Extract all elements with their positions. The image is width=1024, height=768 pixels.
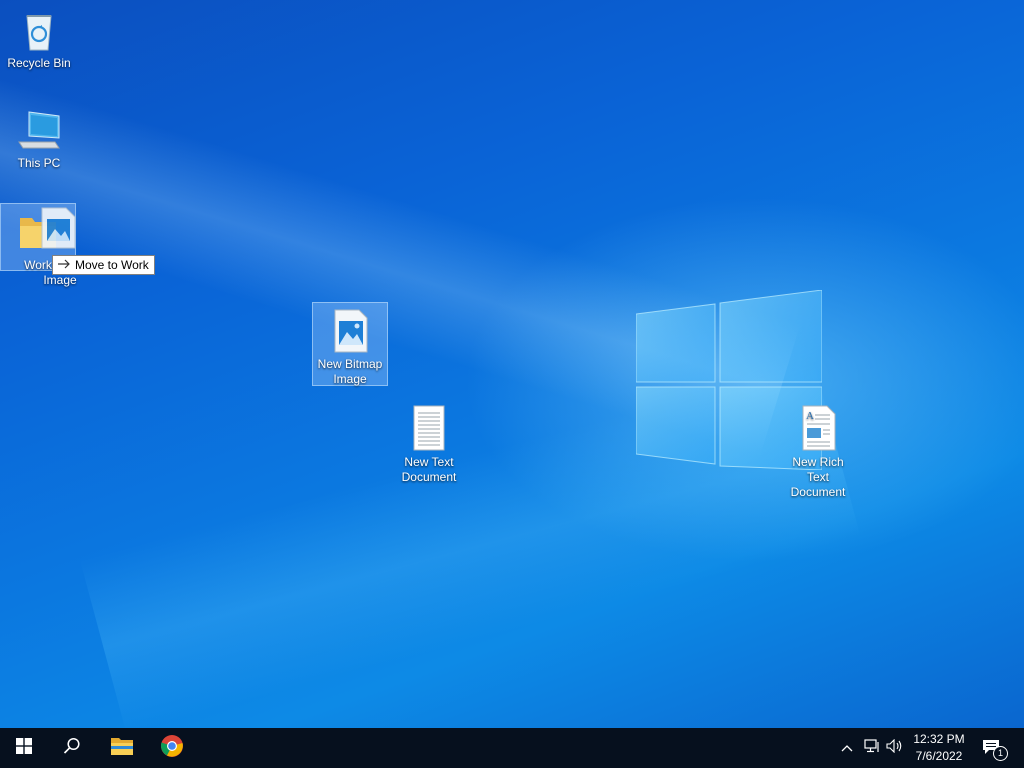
desktop-icon-recycle-bin[interactable]: Recycle Bin [1,6,77,71]
icon-label: New Rich Text Document [790,455,846,499]
desktop-icon-new-rich-text-document[interactable]: A New Rich Text Document [780,405,856,500]
rich-text-document-icon: A [794,405,842,453]
desktop-icon-this-pc[interactable]: This PC [1,106,77,171]
drag-ghost-label: Image [43,273,77,287]
taskbar-google-chrome[interactable] [148,728,196,768]
taskbar-file-explorer[interactable] [98,728,146,768]
notification-icon: 1 [982,738,1008,761]
folder-icon [110,736,134,761]
tray-volume[interactable] [884,728,906,768]
drag-tooltip: Move to Work [52,255,155,275]
text-document-icon [405,405,453,453]
network-icon [864,738,880,758]
action-center-button[interactable]: 1 [978,728,1008,768]
drag-ghost-image-icon [40,207,80,254]
chrome-icon [160,734,184,763]
clock-date: 7/6/2022 [915,749,963,763]
bitmap-image-icon [326,307,374,355]
recycle-bin-icon [15,6,63,54]
volume-icon [886,738,904,758]
desktop-icon-new-bitmap-image[interactable]: New Bitmap Image [312,302,388,386]
windows-start-icon [16,737,32,759]
search-button[interactable] [48,728,96,768]
tray-network[interactable] [860,728,884,768]
arrow-right-icon [57,256,71,274]
taskbar: 12:32 PM 7/6/2022 1 [0,728,1024,768]
icon-label: New Bitmap Image [317,357,383,386]
start-button[interactable] [0,728,48,768]
icon-label: New Text Document [401,455,457,484]
this-pc-icon [15,106,63,154]
taskbar-clock[interactable]: 12:32 PM 7/6/2022 [904,731,974,765]
notification-count-badge: 1 [993,746,1008,761]
desktop[interactable]: Recycle Bin This PC Work Image Move to W… [0,0,1024,728]
desktop-icon-new-text-document[interactable]: New Text Document [391,405,467,485]
icon-label: This PC [17,156,61,170]
search-icon [63,737,81,760]
clock-time: 12:32 PM [913,732,965,746]
drag-tooltip-text: Move to Work [75,258,149,272]
icon-label: Recycle Bin [7,56,71,70]
tray-overflow-button[interactable] [836,728,858,768]
svg-text:A: A [806,410,814,422]
chevron-up-icon [841,739,853,757]
